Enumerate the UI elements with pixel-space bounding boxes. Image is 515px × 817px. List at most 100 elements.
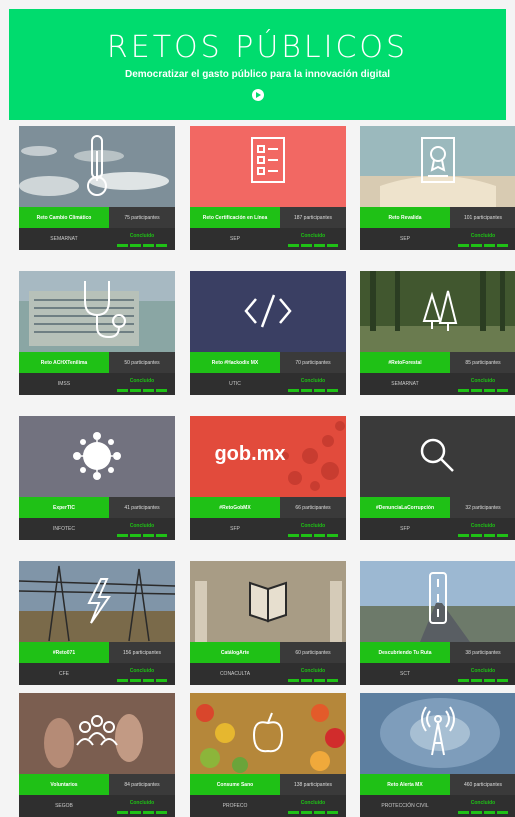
organization-label: INFOTEC <box>19 518 109 540</box>
challenge-image[interactable] <box>360 416 515 497</box>
status-panel: Concluido <box>280 663 346 685</box>
participant-count: 101 participantes <box>450 207 515 228</box>
challenge-image[interactable] <box>190 693 346 774</box>
organization-label: SEMARNAT <box>360 373 450 395</box>
challenge-image[interactable] <box>19 126 175 207</box>
participant-count: 38 participantes <box>450 642 515 663</box>
status-label: Concluido <box>300 233 326 239</box>
challenge-image[interactable] <box>360 693 515 774</box>
challenge-card[interactable]: ExperTIC 41 participantes INFOTEC Concluido <box>19 416 175 540</box>
organization-label: SFP <box>190 518 280 540</box>
challenge-image[interactable] <box>190 561 346 642</box>
page-subtitle: Democratizar el gasto público para la in… <box>124 69 391 80</box>
status-label: Concluido <box>470 800 496 806</box>
challenge-card[interactable]: Reto #Hackodix MX 70 participantes UTIC Con… <box>190 271 346 395</box>
challenge-name[interactable]: #Reto071 <box>19 642 109 663</box>
open-book-icon <box>249 581 287 623</box>
challenge-name[interactable]: Voluntarios <box>19 774 109 795</box>
challenge-name[interactable]: ExperTIC <box>19 497 109 518</box>
challenge-image[interactable] <box>190 126 346 207</box>
status-label: Concluido <box>300 378 326 384</box>
status-progress-bars <box>288 679 338 682</box>
challenge-image[interactable] <box>190 271 346 352</box>
challenge-name[interactable]: Reto Revalida <box>360 207 450 228</box>
status-label: Concluido <box>300 668 326 674</box>
challenge-name[interactable]: Reto Certificación en Línea <box>190 207 280 228</box>
challenge-image[interactable] <box>19 561 175 642</box>
status-progress-bars <box>458 679 508 682</box>
status-progress-bars <box>458 811 508 814</box>
challenge-card[interactable]: Reto Certificación en Línea 187 participa… <box>190 126 346 250</box>
organization-label: CONACULTA <box>190 663 280 685</box>
challenge-image[interactable] <box>360 126 515 207</box>
status-panel: Concluido <box>109 373 175 395</box>
participant-count: 85 participantes <box>450 352 515 373</box>
challenge-image[interactable] <box>360 271 515 352</box>
challenge-image[interactable] <box>19 271 175 352</box>
challenge-name[interactable]: Reto #Hackodix MX <box>190 352 280 373</box>
participant-count: 41 participantes <box>109 497 175 518</box>
status-label: Concluido <box>129 800 155 806</box>
status-panel: Concluido <box>280 373 346 395</box>
challenge-name[interactable]: Reto Cambio Climático <box>19 207 109 228</box>
challenge-card[interactable]: Reto Alerta MX 460 participantes PROTECCIÓ… <box>360 693 515 817</box>
participant-count: 50 participantes <box>109 352 175 373</box>
status-panel: Concluido <box>109 228 175 250</box>
status-panel: Concluido <box>450 373 515 395</box>
challenge-name[interactable]: Reto Alerta MX <box>360 774 450 795</box>
challenge-card[interactable]: #RetoForestal 85 participantes SEMARNAT Con… <box>360 271 515 395</box>
challenge-image[interactable]: gob.mx <box>190 416 346 497</box>
challenge-name[interactable]: Reto ACHXTenilima <box>19 352 109 373</box>
page-title: RETOS PÚBLICOS <box>106 30 409 65</box>
challenge-card[interactable]: #DenunciaLaCorrupción 32 participantes SFP… <box>360 416 515 540</box>
organization-label: CFE <box>19 663 109 685</box>
status-label: Concluido <box>470 523 496 529</box>
participant-count: 187 participantes <box>280 207 346 228</box>
status-progress-bars <box>458 389 508 392</box>
challenge-card[interactable]: CatálogArte 60 participantes CONACULTA Conc… <box>190 561 346 685</box>
status-progress-bars <box>458 534 508 537</box>
challenge-card[interactable]: gob.mx #RetoGobMX 66 participantes SFP Concl… <box>190 416 346 540</box>
status-progress-bars <box>117 534 167 537</box>
challenge-image[interactable] <box>19 693 175 774</box>
challenge-card[interactable]: Reto ACHXTenilima 50 participantes IMSS Con… <box>19 271 175 395</box>
challenge-card[interactable]: Reto Cambio Climático 75 participantes SEM… <box>19 126 175 250</box>
organization-label: PROFECO <box>190 795 280 817</box>
participant-count: 75 participantes <box>109 207 175 228</box>
organization-label: SCT <box>360 663 450 685</box>
status-label: Concluido <box>470 668 496 674</box>
status-label: Concluido <box>300 800 326 806</box>
organization-label: UTIC <box>190 373 280 395</box>
status-progress-bars <box>458 244 508 247</box>
organization-label: SEP <box>190 228 280 250</box>
challenge-name[interactable]: #RetoGobMX <box>190 497 280 518</box>
status-progress-bars <box>117 244 167 247</box>
challenge-name[interactable]: CatálogArte <box>190 642 280 663</box>
participant-count: 84 participantes <box>109 774 175 795</box>
organization-label: SEP <box>360 228 450 250</box>
challenge-card[interactable]: Reto Revalida 101 participantes SEP Conclui… <box>360 126 515 250</box>
gobmx-logo: gob.mx <box>214 443 285 465</box>
challenge-card[interactable]: Consume Sano 138 participantes PROFECO Conc… <box>190 693 346 817</box>
play-icon[interactable] <box>251 89 264 101</box>
status-panel: Concluido <box>109 663 175 685</box>
status-panel: Concluido <box>450 518 515 540</box>
challenge-card[interactable]: Descubriendo Tu Ruta 38 participantes SCT C… <box>360 561 515 685</box>
participant-count: 60 participantes <box>280 642 346 663</box>
challenge-name[interactable]: #DenunciaLaCorrupción <box>360 497 450 518</box>
challenge-image[interactable] <box>360 561 515 642</box>
status-label: Concluido <box>129 668 155 674</box>
status-panel: Concluido <box>280 795 346 817</box>
participant-count: 32 participantes <box>450 497 515 518</box>
organization-label: SEMARNAT <box>19 228 109 250</box>
challenge-card[interactable]: #Reto071 156 participantes CFE Concluido <box>19 561 175 685</box>
status-panel: Concluido <box>109 518 175 540</box>
challenge-card[interactable]: Voluntarios 84 participantes SEGOB Concluid… <box>19 693 175 817</box>
organization-label: PROTECCIÓN CIVIL <box>360 795 450 817</box>
challenge-name[interactable]: Consume Sano <box>190 774 280 795</box>
status-panel: Concluido <box>450 663 515 685</box>
challenge-image[interactable] <box>19 416 175 497</box>
challenge-name[interactable]: #RetoForestal <box>360 352 450 373</box>
status-panel: Concluido <box>280 518 346 540</box>
challenge-name[interactable]: Descubriendo Tu Ruta <box>360 642 450 663</box>
